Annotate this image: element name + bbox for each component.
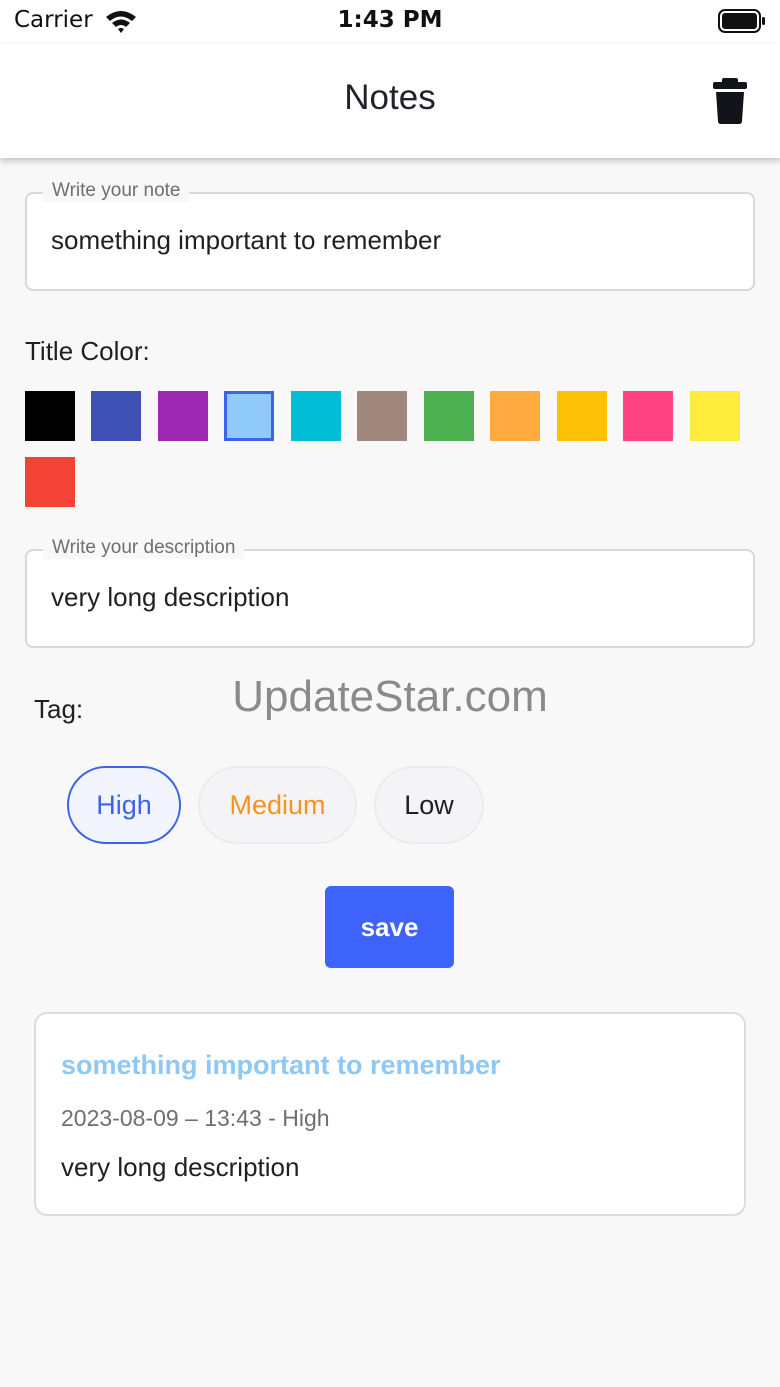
note-input[interactable]: Write your note something important to r… <box>25 180 755 291</box>
color-swatch-cyan[interactable] <box>291 391 341 441</box>
description-input[interactable]: Write your description very long descrip… <box>25 537 755 648</box>
color-swatch-brown[interactable] <box>357 391 407 441</box>
title-color-label: Title Color: <box>25 336 150 366</box>
status-time: 1:43 PM <box>337 7 443 33</box>
color-swatch-yellow[interactable] <box>690 391 740 441</box>
note-input-value: something important to remember <box>51 225 442 255</box>
save-button[interactable]: save <box>325 886 454 968</box>
tag-chip-low-label: Low <box>404 789 454 820</box>
note-card-title: something important to remember <box>61 1050 501 1080</box>
color-swatch-orange[interactable] <box>490 391 540 441</box>
description-input-label: Write your description <box>43 537 245 559</box>
color-swatch-black[interactable] <box>25 391 75 441</box>
description-input-value: very long description <box>51 582 290 612</box>
delete-all-button[interactable] <box>706 76 754 126</box>
tag-chip-high[interactable]: High <box>67 766 181 844</box>
tag-chip-medium-label: Medium <box>229 789 326 820</box>
note-card[interactable]: something important to remember 2023-08-… <box>34 1012 746 1216</box>
app-bar: Notes <box>0 44 780 158</box>
status-bar: Carrier 1:43 PM <box>0 0 780 44</box>
page-title: Notes <box>344 78 436 117</box>
note-card-meta: 2023-08-09 – 13:43 - High <box>61 1105 330 1131</box>
color-swatch-purple[interactable] <box>158 391 208 441</box>
color-swatch-indigo[interactable] <box>91 391 141 441</box>
tag-chip-low[interactable]: Low <box>374 766 484 844</box>
note-input-label: Write your note <box>43 180 190 202</box>
color-swatch-green[interactable] <box>424 391 474 441</box>
tag-chip-high-label: High <box>96 789 152 820</box>
note-card-description: very long description <box>61 1152 300 1182</box>
color-swatch-pink[interactable] <box>623 391 673 441</box>
color-swatch-red[interactable] <box>25 457 75 507</box>
trash-icon <box>713 78 747 124</box>
tag-chip-medium[interactable]: Medium <box>198 766 357 844</box>
watermark: UpdateStar.com <box>232 672 548 721</box>
battery-icon <box>718 9 765 33</box>
color-swatch-amber[interactable] <box>557 391 607 441</box>
color-swatch-light-blue[interactable] <box>224 391 274 441</box>
